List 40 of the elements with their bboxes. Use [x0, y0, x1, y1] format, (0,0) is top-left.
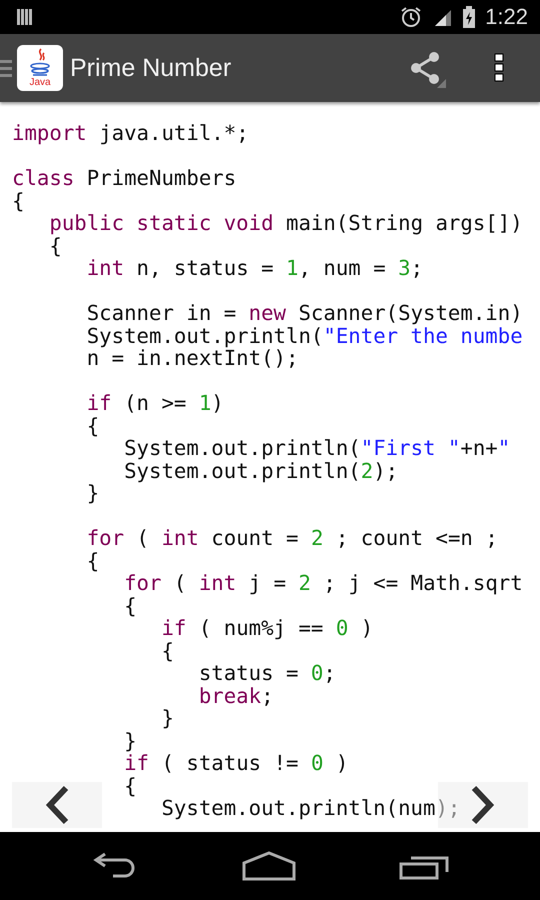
code-line: {: [161, 640, 174, 662]
battery-icon: [463, 6, 476, 28]
code-line: status = 0;: [198, 662, 336, 684]
app-title: Prime Number: [70, 54, 232, 82]
code-line: {: [49, 234, 62, 257]
code-line: class PrimeNumbers: [12, 167, 236, 190]
code-line: public static void main(String args[]): [49, 212, 523, 234]
code-line: for ( int count = 2 ; count <=n ;: [86, 527, 498, 550]
code-line: if ( status != 0 ): [124, 752, 348, 774]
chevron-left-icon: [44, 785, 70, 825]
home-icon[interactable]: [242, 851, 296, 881]
code-line: {: [86, 550, 100, 572]
code-line: {: [12, 190, 24, 212]
code-line: }: [161, 707, 174, 730]
code-line: Scanner in = new Scanner(System.in): [86, 302, 523, 324]
code-line: }: [124, 730, 137, 752]
logo-text: Java: [29, 78, 51, 88]
notification-icon: [16, 8, 34, 26]
code-line: if ( num%j == 0 ): [161, 617, 374, 640]
code-line: for ( int j = 2 ; j <= Math.sqrt: [124, 572, 523, 594]
alarm-icon: [399, 5, 424, 29]
code-line: int n, status = 1, num = 3;: [86, 257, 424, 280]
clock-time: 1:22: [485, 4, 528, 30]
code-line: System.out.println("Enter the numbe: [86, 324, 523, 347]
drawer-icon[interactable]: [0, 58, 12, 78]
code-line: {: [124, 774, 137, 797]
code-line: {: [86, 414, 100, 437]
code-line: n = in.nextInt();: [86, 347, 298, 370]
code-line: if (n >= 1): [86, 392, 224, 414]
code-line: System.out.println(2);: [124, 460, 398, 482]
chevron-right-icon: [470, 785, 496, 825]
app-logo[interactable]: Java: [17, 45, 63, 91]
code-line: System.out.println(num);: [161, 797, 460, 820]
code-line: import java.util.*;: [12, 122, 249, 144]
previous-button[interactable]: [12, 782, 102, 828]
code-line: System.out.println("First "+n+": [124, 437, 510, 460]
code-line: {: [124, 594, 137, 617]
code-line: break;: [198, 684, 274, 707]
code-line: }: [86, 482, 100, 504]
overflow-menu-icon[interactable]: [494, 53, 504, 83]
